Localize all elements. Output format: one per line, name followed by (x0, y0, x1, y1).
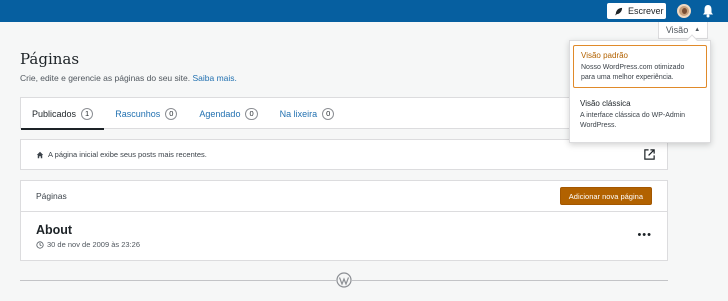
tab-label: Agendado (199, 108, 241, 119)
add-new-page-button[interactable]: Adicionar nova página (559, 187, 652, 205)
view-option-title: Visão padrão (581, 51, 628, 60)
avatar[interactable] (677, 4, 691, 18)
homepage-notice: A página inicial exibe seus posts mais r… (20, 139, 668, 170)
notice-text: A página inicial exibe seus posts mais r… (48, 150, 207, 159)
tab-label: Publicados (32, 108, 77, 119)
tab-count: 1 (81, 107, 94, 120)
view-switcher-label: Visão (665, 25, 689, 35)
view-option-title: Visão clássica (580, 99, 631, 108)
page-item-date: 30 de nov de 2009 às 23:26 (36, 240, 140, 249)
page-item-date-text: 30 de nov de 2009 às 23:26 (47, 240, 140, 249)
list-header-title: Páginas (36, 191, 67, 201)
page-subtitle: Crie, edite e gerencie as páginas do seu… (20, 73, 237, 83)
tab-count: 0 (322, 107, 335, 120)
write-button[interactable]: Escrever (607, 3, 666, 19)
list-header: Páginas Adicionar nova página (21, 181, 667, 212)
page-item-title[interactable]: About (36, 223, 72, 237)
page-title: Páginas (20, 50, 80, 68)
view-option-default[interactable]: Visão padrão Nosso WordPress.com otimiza… (573, 45, 707, 88)
pages-list: Páginas Adicionar nova página About 30 d… (20, 180, 668, 261)
tab-drafts[interactable]: Rascunhos 0 (104, 98, 188, 129)
wordpress-logo-icon (336, 272, 352, 288)
view-option-classic[interactable]: Visão clássica A interface clássica do W… (573, 94, 707, 139)
view-option-description: Nosso WordPress.com otimizado para uma m… (581, 64, 685, 81)
bell-icon[interactable] (702, 4, 714, 18)
page-subtitle-text: Crie, edite e gerencie as páginas do seu… (20, 73, 191, 83)
view-option-description: A interface clássica do WP-Admin WordPre… (580, 112, 686, 129)
view-switcher-popover: Visão padrão Nosso WordPress.com otimiza… (569, 34, 711, 143)
tab-count: 0 (165, 107, 178, 120)
external-link-icon[interactable] (643, 148, 656, 161)
tab-label: Rascunhos (115, 108, 161, 119)
view-switcher-button[interactable]: Visão ▲ (658, 22, 708, 39)
top-bar: Escrever (0, 0, 728, 22)
caret-up-icon: ▲ (694, 27, 701, 33)
tab-label: Na lixeira (279, 108, 318, 119)
learn-more-link[interactable]: Saiba mais. (192, 73, 236, 83)
tab-scheduled[interactable]: Agendado 0 (188, 98, 268, 129)
tab-published[interactable]: Publicados 1 (21, 98, 105, 130)
home-icon (36, 151, 44, 158)
more-icon[interactable]: ••• (637, 229, 652, 241)
clock-icon (36, 240, 44, 249)
feather-icon (614, 7, 623, 15)
write-label: Escrever (628, 6, 664, 16)
tab-count: 0 (245, 107, 258, 120)
tab-trash[interactable]: Na lixeira 0 (269, 98, 346, 129)
